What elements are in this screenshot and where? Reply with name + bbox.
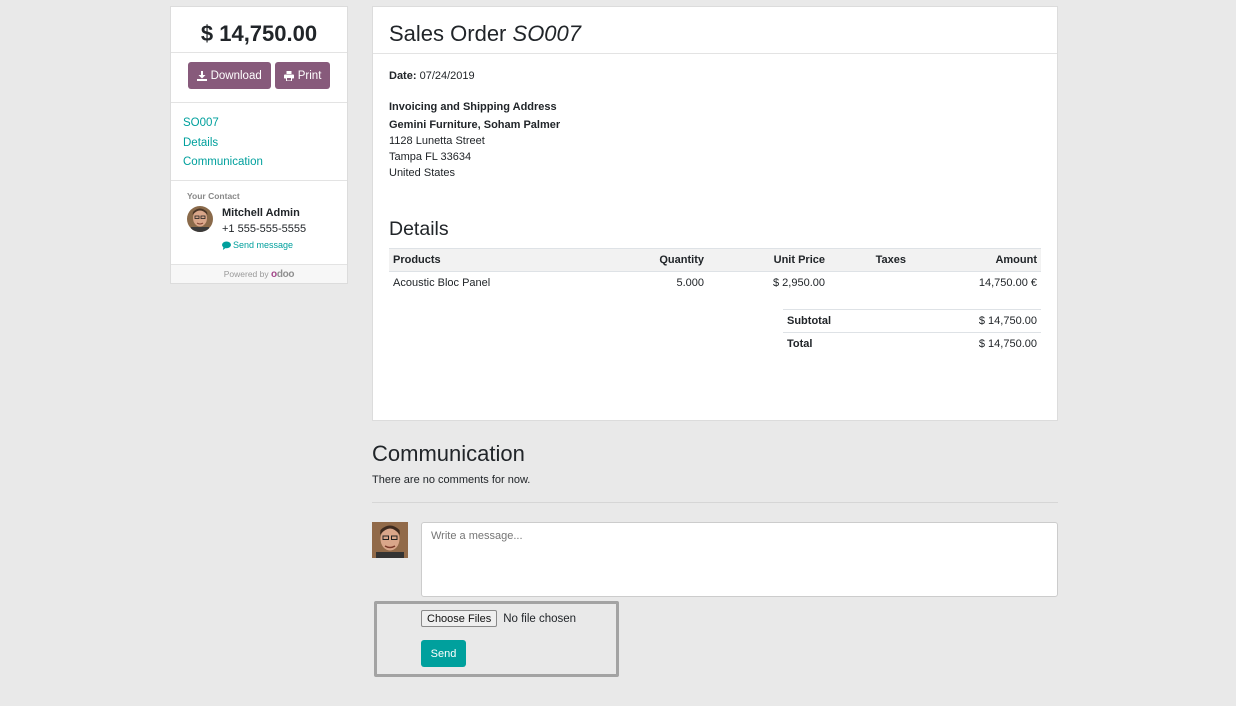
order-number: SO007 xyxy=(512,21,582,46)
order-date-value: 07/24/2019 xyxy=(419,70,475,82)
col-taxes: Taxes xyxy=(829,248,910,272)
address-line: Tampa FL 33634 xyxy=(389,151,472,163)
line-taxes xyxy=(829,272,910,295)
communication-heading: Communication xyxy=(372,441,525,466)
address-line: United States xyxy=(389,167,456,179)
subtotal-label: Subtotal xyxy=(783,308,897,332)
no-file-text: No file chosen xyxy=(503,612,577,625)
col-products: Products xyxy=(389,248,623,272)
order-totals: Subtotal $ 14,750.00 Total $ 14,750.00 xyxy=(783,308,1041,355)
file-upload: Choose Files No file chosen xyxy=(421,610,576,627)
message-input[interactable] xyxy=(421,522,1058,597)
contact-avatar xyxy=(187,206,213,232)
print-button[interactable]: Print xyxy=(274,62,331,89)
address-title: Invoicing and Shipping Address xyxy=(389,101,557,113)
order-date-label: Date: xyxy=(389,70,417,82)
order-date: Date: 07/24/2019 xyxy=(389,70,1041,82)
contact-name: Mitchell Admin xyxy=(222,207,300,219)
table-header-row: Products Quantity Unit Price Taxes Amoun… xyxy=(389,248,1041,272)
nav-link-details[interactable]: Details xyxy=(183,134,335,154)
nav-link-order[interactable]: SO007 xyxy=(183,114,335,134)
send-message-link[interactable]: Send message xyxy=(222,237,306,254)
send-button[interactable]: Send xyxy=(421,640,466,667)
total-value: $ 14,750.00 xyxy=(896,331,1041,355)
subtotal-row: Subtotal $ 14,750.00 xyxy=(783,308,1041,332)
address-line: 1128 Lunetta Street xyxy=(389,135,485,147)
col-unit-price: Unit Price xyxy=(708,248,829,272)
line-amount: 14,750.00 € xyxy=(978,277,1037,290)
contact-title: Your Contact xyxy=(187,191,240,201)
table-row: Acoustic Bloc Panel 5.000 $ 2,950.00 14,… xyxy=(389,272,1041,295)
col-amount: Amount xyxy=(910,248,1041,272)
line-product: Acoustic Bloc Panel xyxy=(393,277,491,290)
order-lines-table: Products Quantity Unit Price Taxes Amoun… xyxy=(389,248,1041,295)
line-unit-price: $ 2,950.00 xyxy=(773,277,825,290)
odoo-logo[interactable]: odoo xyxy=(271,269,295,280)
total-row: Total $ 14,750.00 xyxy=(783,331,1041,355)
total-label: Total xyxy=(783,331,897,355)
order-total-amount: $ 14,750.00 xyxy=(171,7,347,53)
print-button-label: Print xyxy=(297,69,322,82)
print-icon xyxy=(283,70,294,81)
powered-by-text: Powered by xyxy=(223,269,269,279)
nav-link-communication[interactable]: Communication xyxy=(183,153,335,173)
choose-files-button[interactable]: Choose Files xyxy=(421,610,498,627)
comment-icon xyxy=(222,241,231,250)
subtotal-value: $ 14,750.00 xyxy=(896,308,1041,332)
page-title: Sales Order SO007 xyxy=(373,7,1057,54)
divider xyxy=(372,502,1058,503)
download-button[interactable]: Download xyxy=(187,62,271,89)
order-sidebar: $ 14,750.00 Download Print SO007 Details… xyxy=(170,6,348,284)
download-button-label: Download xyxy=(210,69,262,82)
customer-name: Gemini Furniture, Soham Palmer xyxy=(389,119,561,131)
user-avatar xyxy=(372,522,408,558)
download-icon xyxy=(196,70,207,81)
send-message-label: Send message xyxy=(233,240,294,250)
sidebar-nav: SO007 Details Communication xyxy=(171,103,347,181)
contact-phone: +1 555-555-5555 xyxy=(222,223,307,235)
powered-by: Powered by odoo xyxy=(171,265,347,283)
page-title-prefix: Sales Order xyxy=(389,21,507,46)
sales-order-card: Sales Order SO007 Date: 07/24/2019 Invoi… xyxy=(372,6,1058,421)
col-quantity: Quantity xyxy=(623,248,708,272)
details-heading: Details xyxy=(389,218,449,240)
no-comments-text: There are no comments for now. xyxy=(372,474,531,486)
sidebar-actions: Download Print xyxy=(171,53,347,103)
your-contact: Your Contact Mitchell Admin +1 555-555-5… xyxy=(171,181,347,265)
line-quantity: 5.000 xyxy=(676,277,704,290)
